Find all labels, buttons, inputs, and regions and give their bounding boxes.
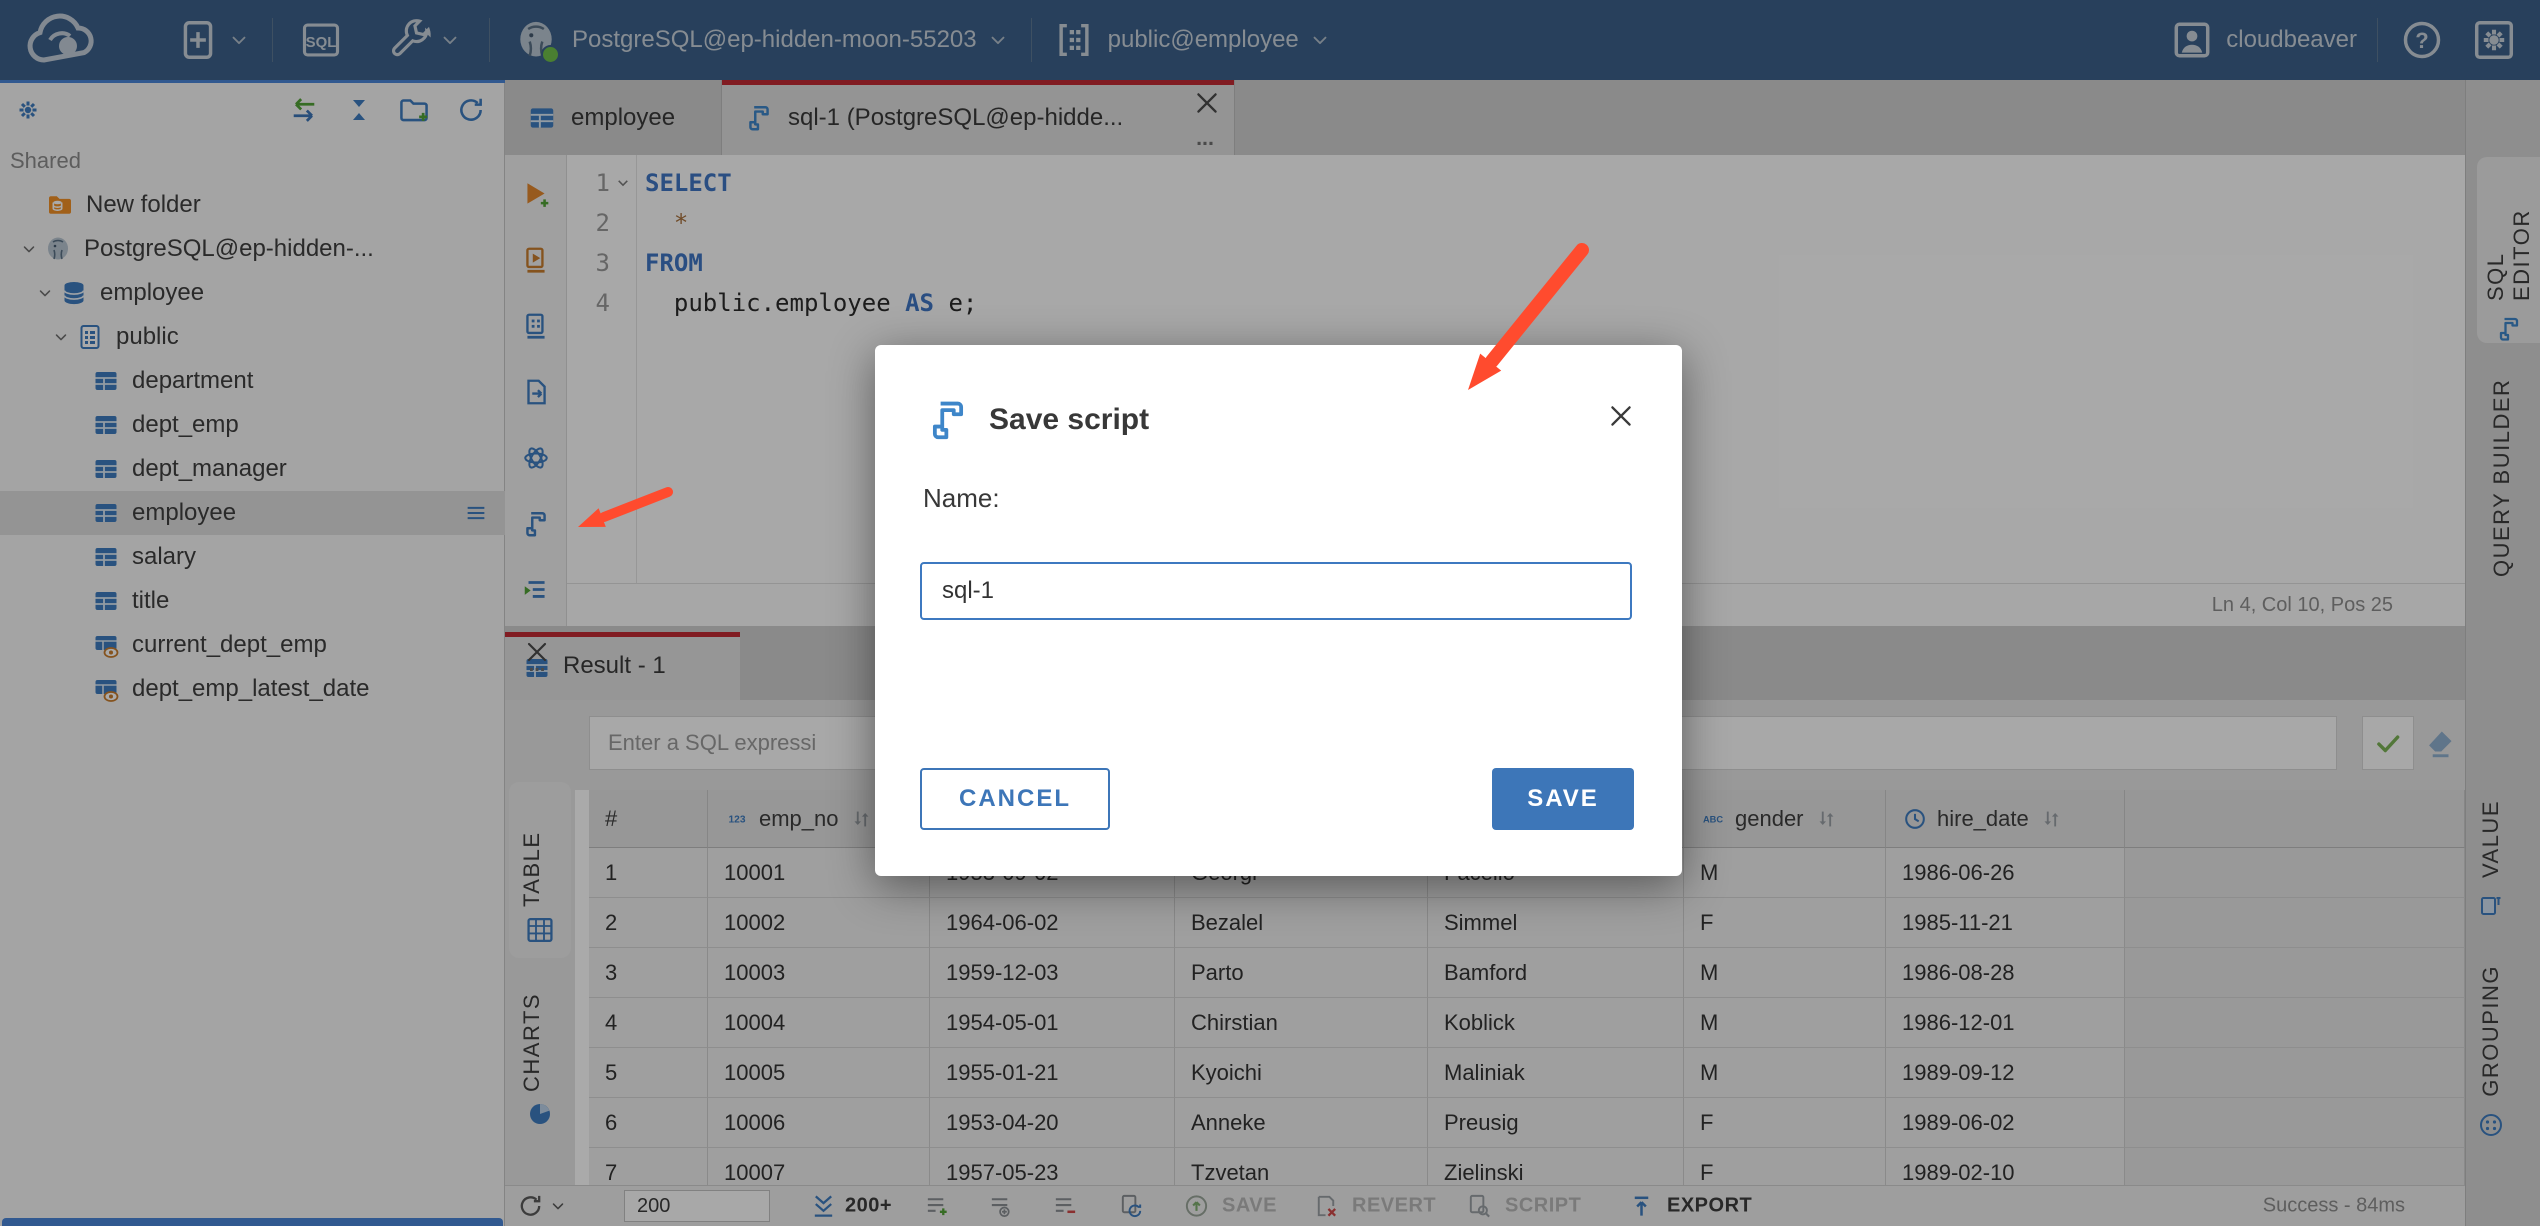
cancel-button[interactable]: CANCEL <box>920 768 1110 830</box>
dialog-title: Save script <box>989 403 1150 436</box>
cloudbeaver-app: SQL PostgreSQL@ep-hidden-moon-55203 publ… <box>0 0 2540 1226</box>
save-button[interactable]: SAVE <box>1492 768 1634 830</box>
save-script-dialog: Save script Name: CANCEL SAVE <box>875 345 1682 876</box>
annotation-arrow-dialog <box>1468 243 1589 390</box>
script-name-input[interactable] <box>920 562 1632 620</box>
name-label: Name: <box>923 483 1000 513</box>
script-icon <box>925 397 971 443</box>
annotation-arrow-save-script <box>578 487 673 527</box>
